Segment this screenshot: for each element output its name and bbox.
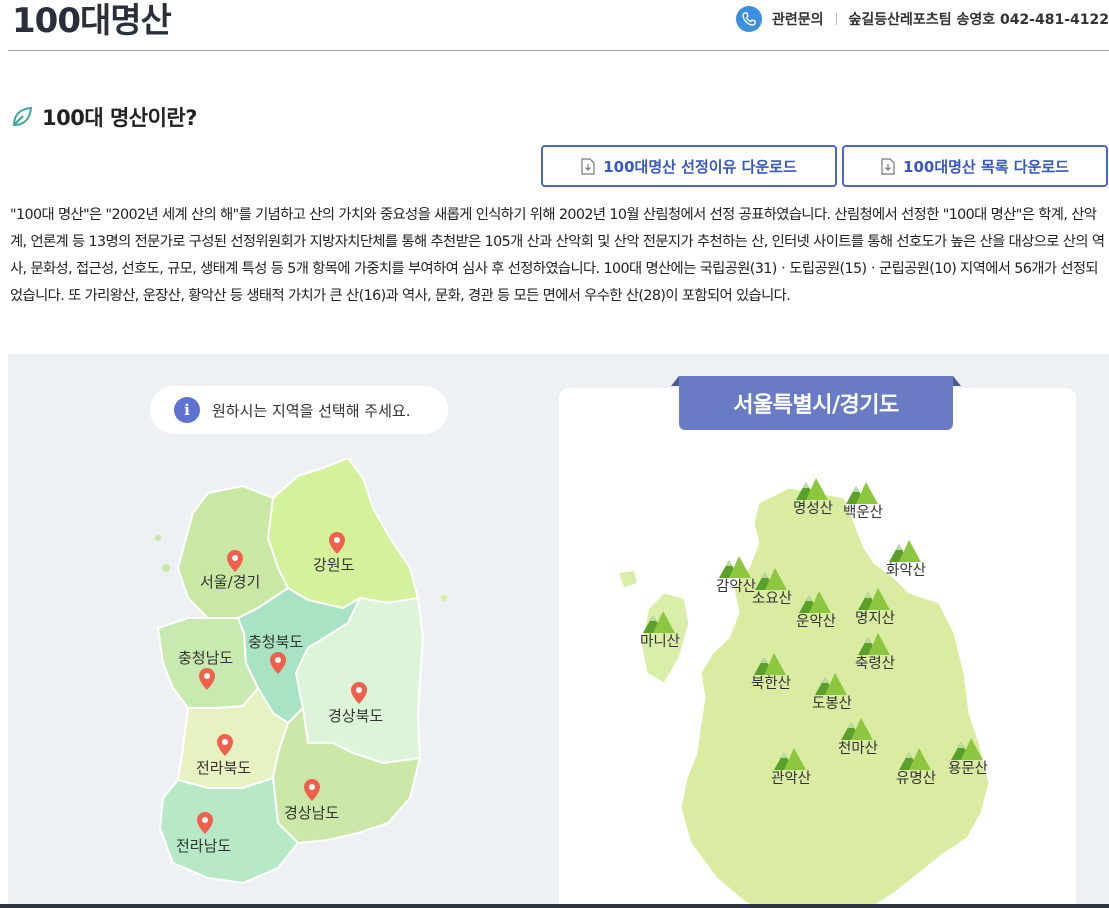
region-label-gangwon[interactable]: 강원도 — [313, 554, 354, 575]
mountain-name: 마니산 — [639, 634, 681, 650]
title-divider — [8, 50, 1109, 51]
contact-label: 관련문의 — [772, 12, 824, 28]
location-pin-icon — [197, 812, 213, 834]
location-pin-icon — [304, 779, 320, 801]
selected-region-title: 서울특별시/경기도 — [679, 376, 953, 430]
mountain-icon — [774, 748, 806, 770]
region-label-gyeongbuk[interactable]: 경상북도 — [328, 705, 383, 726]
mountain-icon — [858, 633, 890, 655]
location-pin-icon — [329, 532, 345, 554]
mountain-icon — [858, 588, 890, 610]
contact-info: 관련문의 숲길등산레포츠팀 송영호 042-481-4122 — [736, 6, 1109, 32]
tab-fold-right — [953, 376, 961, 386]
mountain-icon — [951, 738, 983, 760]
region-detail-panel: 서울특별시/경기도 명성산 백운산 화악산 감악산 소요산 운악산 명지산 마니… — [559, 376, 1076, 908]
reason-download-button[interactable]: 100대명산 선정이유 다운로드 — [541, 145, 837, 187]
location-pin-icon — [270, 652, 286, 674]
contact-team: 숲길등산레포츠팀 송영호 042-481-4122 — [848, 12, 1109, 28]
region-hint: i 원하시는 지역을 선택해 주세요. — [150, 386, 448, 434]
reason-download-label: 100대명산 선정이유 다운로드 — [603, 157, 797, 176]
mountain-icon — [889, 540, 921, 562]
region-hint-text: 원하시는 지역을 선택해 주세요. — [212, 401, 411, 420]
region-label-jeonnam[interactable]: 전라남도 — [176, 835, 231, 856]
mountain-gwanaksan[interactable]: 관악산 — [726, 748, 856, 788]
region-label-chungbuk[interactable]: 충청북도 — [248, 631, 303, 652]
location-pin-icon — [217, 734, 233, 756]
mountain-hwaaksan[interactable]: 화악산 — [841, 540, 971, 580]
mountain-icon — [754, 653, 786, 675]
mountain-icon — [755, 568, 787, 590]
contact-divider — [835, 13, 837, 25]
region-label-seoul-gyeonggi[interactable]: 서울/경기 — [200, 571, 260, 592]
phone-icon — [736, 6, 762, 32]
leaf-icon — [12, 106, 33, 127]
mountain-icon — [815, 673, 847, 695]
bottom-bar — [0, 904, 1109, 908]
mountain-icon — [846, 482, 878, 504]
section-heading: 100대 명산이란? — [10, 102, 197, 132]
page-title: 100대명산 — [12, 1, 172, 41]
info-icon: i — [174, 397, 200, 423]
list-download-label: 100대명산 목록 다운로드 — [903, 157, 1069, 176]
intro-text: "100대 명산"은 "2002년 세계 산의 해"를 기념하고 산의 가치와 … — [10, 207, 1105, 304]
mountain-yongmunsan[interactable]: 용문산 — [903, 738, 1033, 778]
list-download-button[interactable]: 100대명산 목록 다운로드 — [842, 145, 1108, 187]
location-pin-icon — [199, 668, 215, 690]
mountain-name: 백운산 — [842, 505, 884, 521]
mountain-name: 용문산 — [947, 761, 989, 777]
region-title-tab: 서울특별시/경기도 — [671, 376, 961, 430]
mountain-dobongsan[interactable]: 도봉산 — [767, 673, 897, 713]
location-pin-icon — [227, 550, 243, 572]
region-label-jeonbuk[interactable]: 전라북도 — [196, 757, 251, 778]
region-label-gyeongnam[interactable]: 경상남도 — [284, 802, 339, 823]
mountain-name: 화악산 — [885, 563, 927, 579]
mountain-baegunsan[interactable]: 백운산 — [798, 482, 928, 522]
map-area: i 원하시는 지역을 선택해 주세요. 서울/경기 강원도 충청북도 충청남도 … — [8, 354, 1109, 908]
mountain-icon — [643, 611, 675, 633]
section-title: 100대 명산이란? — [42, 106, 197, 130]
mountain-name: 명지산 — [854, 611, 896, 627]
download-document-icon — [581, 157, 595, 175]
location-pin-icon — [351, 682, 367, 704]
tab-fold-left — [671, 376, 679, 386]
mountain-manisan[interactable]: 마니산 — [595, 611, 725, 651]
mountain-icon — [841, 718, 873, 740]
mountain-name: 도봉산 — [811, 696, 853, 712]
download-document-icon — [881, 157, 895, 175]
mountain-myeongjisan[interactable]: 명지산 — [810, 588, 940, 628]
mountain-name: 관악산 — [770, 771, 812, 787]
region-label-chungnam[interactable]: 충청남도 — [178, 647, 233, 668]
